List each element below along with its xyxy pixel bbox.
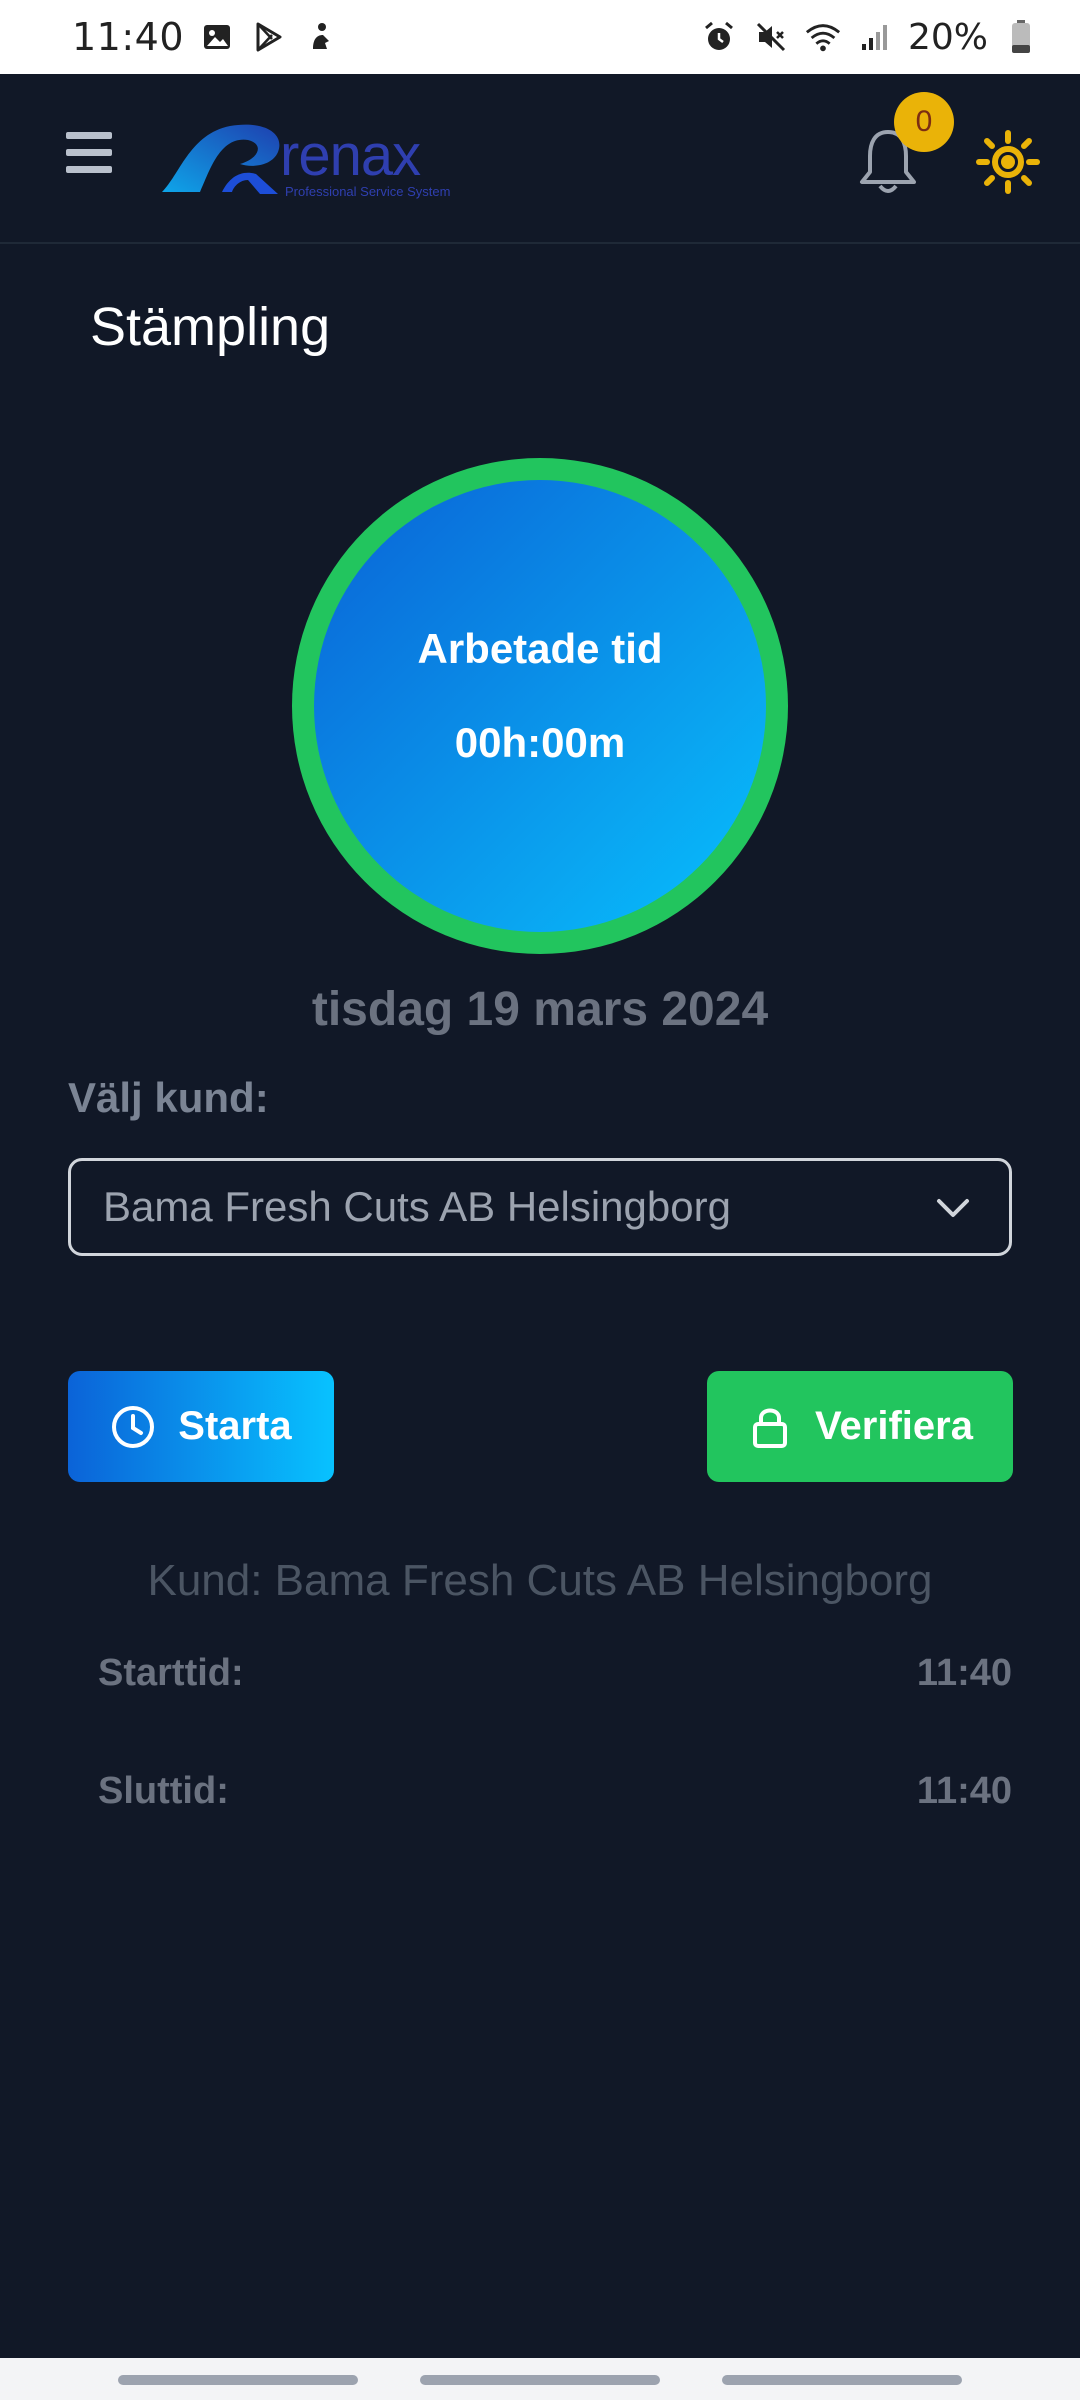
status-time: 11:40 (72, 15, 185, 59)
nav-back-handle[interactable] (722, 2375, 962, 2385)
battery-percent: 20% (907, 16, 988, 58)
nav-recents-handle[interactable] (118, 2375, 358, 2385)
notification-badge: 0 (894, 92, 954, 152)
end-time-row: Sluttid: 11:40 (98, 1770, 1012, 1813)
page-title: Stämpling (90, 297, 331, 357)
worked-time-circle: Arbetade tid 00h:00m (292, 458, 788, 954)
current-date: tisdag 19 mars 2024 (311, 983, 769, 1036)
accessibility-icon (302, 18, 340, 56)
status-bar: 11:40 20% (0, 0, 1080, 74)
worked-time-value: 00h:00m (454, 719, 626, 766)
nav-home-handle[interactable] (420, 2375, 660, 2385)
verify-button[interactable]: Verifiera (707, 1371, 1013, 1482)
worked-time-label: Arbetade tid (417, 625, 663, 672)
start-time-label: Starttid: (98, 1652, 244, 1694)
logo-subtitle: Professional Service System (285, 184, 451, 199)
timer-inner: Arbetade tid 00h:00m (314, 480, 766, 932)
chevron-down-icon (937, 1199, 969, 1217)
logo-wave-icon (162, 124, 280, 194)
status-left: 11:40 (72, 15, 340, 59)
sun-theme-toggle-icon[interactable] (976, 130, 1040, 194)
hamburger-menu-icon[interactable] (66, 132, 112, 176)
verify-button-label: Verifiera (815, 1404, 973, 1448)
customer-select[interactable]: Bama Fresh Cuts AB Helsingborg (68, 1158, 1012, 1256)
play-store-icon (250, 18, 288, 56)
logo-text: renax (280, 123, 421, 188)
end-time-value: 11:40 (916, 1770, 1012, 1812)
start-button-label: Starta (178, 1404, 292, 1448)
lock-icon (753, 1408, 788, 1448)
mute-icon (752, 18, 790, 56)
customer-select-value: Bama Fresh Cuts AB Helsingborg (103, 1183, 731, 1230)
renax-logo[interactable]: renax Professional Service System (160, 114, 450, 204)
end-time-label: Sluttid: (98, 1770, 229, 1812)
system-navigation-bar (0, 2358, 1080, 2400)
summary-customer: Kund: Bama Fresh Cuts AB Helsingborg (147, 1556, 933, 1605)
start-time-value: 11:40 (916, 1652, 1012, 1694)
battery-icon (1002, 18, 1040, 56)
status-right: 20% (700, 17, 1040, 58)
clock-icon (112, 1405, 155, 1448)
alarm-icon (700, 18, 738, 56)
image-icon (198, 18, 236, 56)
wifi-icon (804, 18, 842, 56)
customer-select-label: Välj kund: (68, 1074, 269, 1121)
app-header: renax Professional Service System 0 (0, 74, 1080, 244)
start-button[interactable]: Starta (68, 1371, 334, 1482)
signal-icon (856, 18, 894, 56)
start-time-row: Starttid: 11:40 (98, 1652, 1012, 1695)
